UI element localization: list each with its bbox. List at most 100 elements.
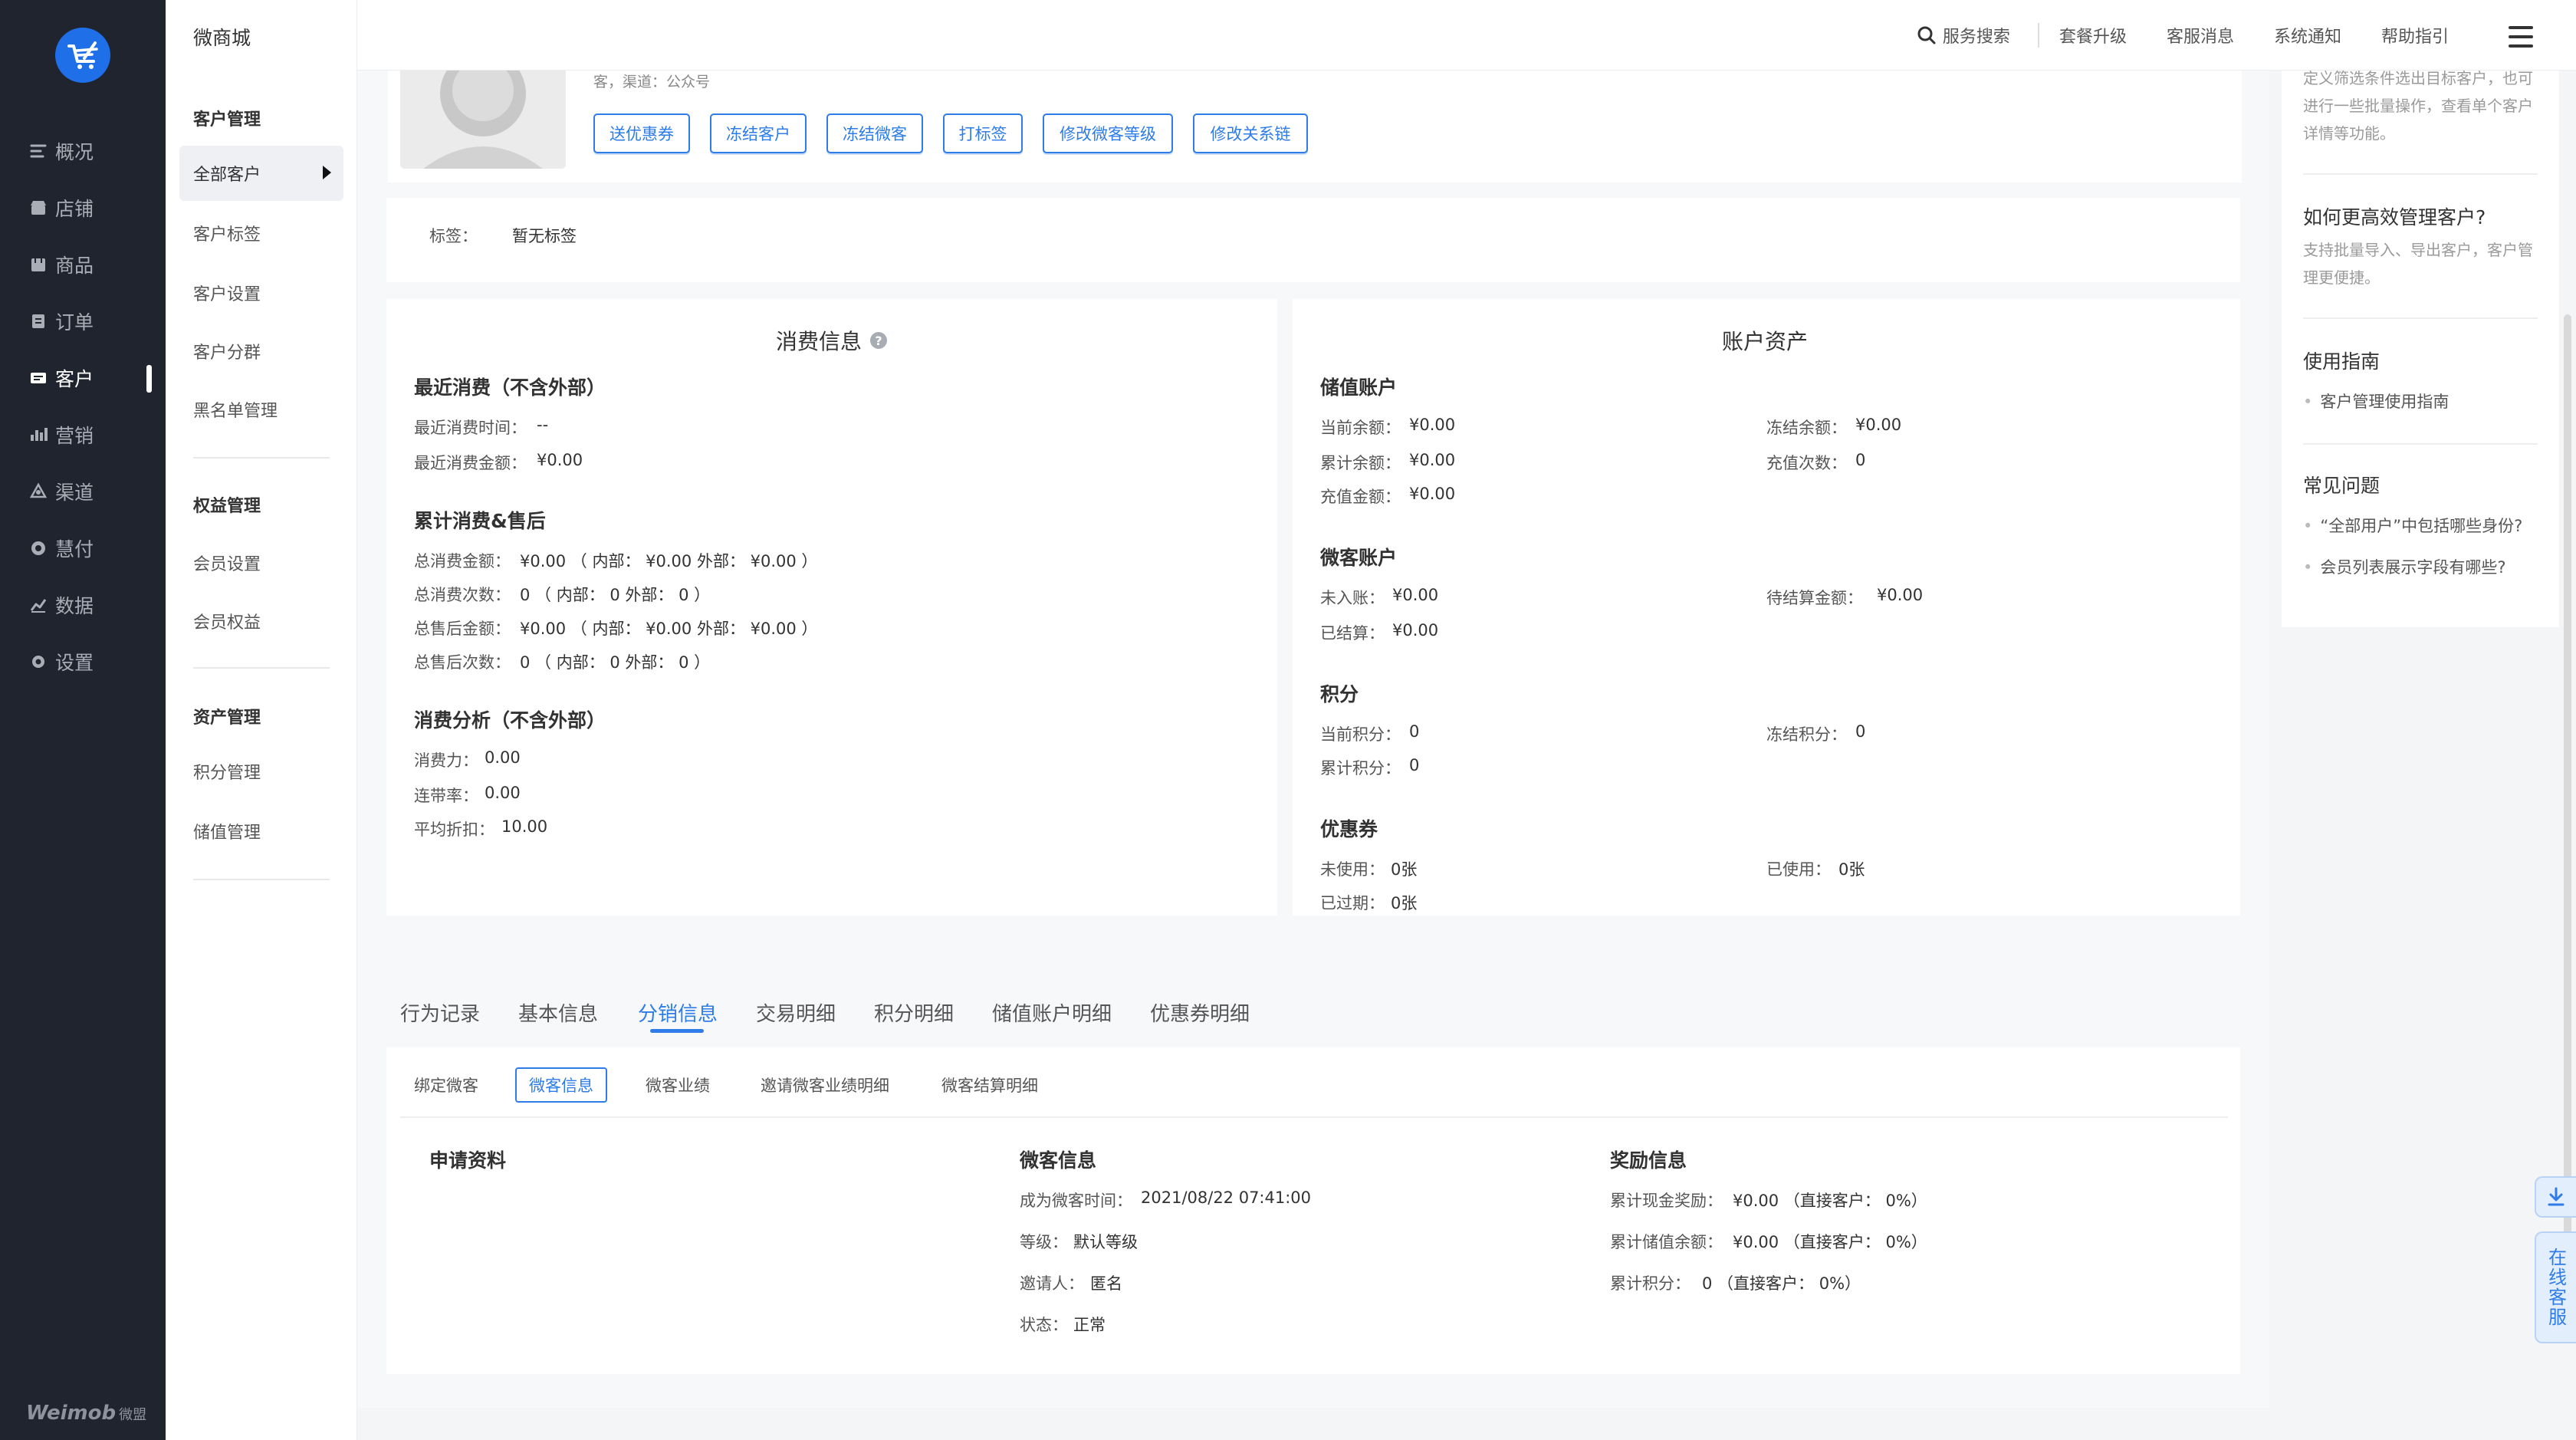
distribution-card: 绑定微客 微客信息 微客业绩 邀请微客业绩明细 微客结算明细 申请资料 微客信息… (386, 1047, 2240, 1374)
field-value: ¥0.00 （ 内部： ¥0.00 外部： ¥0.00 ） (520, 620, 818, 638)
field-label: 当前余额： (1320, 419, 1401, 437)
help-q1-title: 如何更高效管理客户? (2303, 206, 2486, 228)
field-label: 未使用： (1320, 860, 1385, 879)
download-float-button[interactable] (2535, 1176, 2576, 1218)
cs-messages-link[interactable]: 客服消息 (2147, 23, 2254, 48)
field-value: ¥0.00 (1392, 586, 1439, 604)
field-label: 等级： (1020, 1233, 1068, 1251)
tab-points-details[interactable]: 积分明细 (874, 998, 954, 1027)
tab-basic-info[interactable]: 基本信息 (518, 998, 598, 1027)
subtab-weike-performance[interactable]: 微客业绩 (646, 1073, 710, 1096)
field-label: 总消费次数： (414, 586, 511, 604)
subnav-item-customer-settings[interactable]: 客户设置 (179, 265, 343, 321)
divider (2303, 317, 2538, 319)
group-title-rights: 权益管理 (193, 497, 261, 516)
subnav-item-points[interactable]: 积分管理 (179, 744, 343, 799)
field-label: 累计储值余额： (1610, 1233, 1723, 1251)
assets-title: 账户资产 (1722, 329, 1809, 354)
tab-coupon-details[interactable]: 优惠券明细 (1150, 998, 1250, 1027)
help-circle-icon[interactable]: ? (869, 331, 888, 350)
send-coupon-button[interactable]: 送优惠券 (593, 113, 690, 153)
field-value: 10.00 (501, 817, 548, 836)
tab-stored-value-details[interactable]: 储值账户明细 (992, 998, 1112, 1027)
subnav-item-all-customers[interactable]: 全部客户 (179, 146, 343, 201)
field-label: 当前积分： (1320, 725, 1401, 744)
service-search-link[interactable]: 服务搜索 (1897, 23, 2039, 48)
divider (2303, 173, 2538, 175)
field-value: 正常 (1073, 1316, 1106, 1334)
tags-label: 标签： (429, 227, 478, 245)
goods-icon (28, 254, 49, 275)
field-value: 0 (1409, 756, 1420, 774)
apply-info-heading: 申请资料 (429, 1149, 507, 1172)
field-label: 连带率： (414, 787, 478, 805)
freeze-customer-button[interactable]: 冻结客户 (710, 113, 807, 153)
nav-item-channel[interactable]: 渠道 (0, 463, 166, 520)
pay-icon (28, 538, 49, 559)
field-label: 总售后金额： (414, 620, 511, 638)
system-notice-link[interactable]: 系统通知 (2254, 23, 2361, 48)
tab-behavior-records[interactable]: 行为记录 (400, 998, 480, 1027)
menu-icon[interactable] (2509, 26, 2533, 48)
nav-item-label: 客户 (55, 368, 94, 390)
subtab-invite-performance[interactable]: 邀请微客业绩明细 (761, 1073, 889, 1096)
field-label: 累计余额： (1320, 454, 1401, 472)
primary-nav-list: 概况 店铺 商品 订单客户营销 渠道 慧付 数据 设置 (0, 123, 166, 690)
field-label: 冻结积分： (1766, 725, 1847, 744)
add-tag-button[interactable]: 打标签 (943, 113, 1023, 153)
help-faq-link[interactable]: 会员列表展示字段有哪些? (2303, 555, 2505, 578)
help-guide-link[interactable]: 帮助指引 (2361, 23, 2469, 48)
nav-item-goods[interactable]: 商品 (0, 236, 166, 293)
subnav-item-blacklist[interactable]: 黑名单管理 (179, 382, 343, 437)
field-label: 成为微客时间： (1020, 1192, 1132, 1210)
field-value: ¥0.00 (1392, 621, 1439, 639)
help-intro: 定义筛选条件选出目标客户，也可进行一些批量操作，查看单个客户详情等功能。 (2303, 69, 2533, 143)
nav-item-settings[interactable]: 设置 (0, 633, 166, 690)
freeze-weike-button[interactable]: 冻结微客 (826, 113, 923, 153)
nav-item-overview[interactable]: 概况 (0, 123, 166, 179)
field-label: 邀请人： (1020, 1274, 1084, 1293)
plan-upgrade-link[interactable]: 套餐升级 (2039, 23, 2147, 48)
tab-transaction-details[interactable]: 交易明细 (756, 998, 836, 1027)
tab-distribution-info[interactable]: 分销信息 (638, 998, 718, 1027)
subtab-weike-info[interactable]: 微客信息 (515, 1067, 607, 1103)
avatar-placeholder-icon (400, 71, 566, 169)
field-value: ¥0.00 （ 内部： ¥0.00 外部： ¥0.00 ） (520, 552, 818, 570)
edit-relation-chain-button[interactable]: 修改关系链 (1193, 113, 1308, 153)
edit-weike-level-button[interactable]: 修改微客等级 (1043, 113, 1173, 153)
nav-item-store[interactable]: 店铺 (0, 179, 166, 236)
subnav-item-member-rights[interactable]: 会员权益 (179, 593, 343, 649)
nav-item-customer[interactable]: 客户 (0, 350, 166, 406)
field-value: ¥0.00 (1877, 586, 1924, 604)
nav-item-data[interactable]: 数据 (0, 577, 166, 633)
field-value: ¥0.00 (1409, 416, 1456, 434)
field-value: 默认等级 (1073, 1233, 1138, 1251)
field-value: 2021/08/22 07:41:00 (1141, 1188, 1312, 1207)
weike-account-heading: 微客账户 (1320, 547, 1398, 569)
settings-icon (28, 651, 49, 672)
subnav-item-stored-value[interactable]: 储值管理 (179, 804, 343, 859)
app-title: 微商城 (193, 27, 251, 49)
divider (2303, 443, 2538, 445)
weike-info-heading: 微客信息 (1020, 1149, 1097, 1172)
help-guide-link[interactable]: 客户管理使用指南 (2303, 390, 2449, 413)
divider (400, 1116, 2228, 1118)
weimob-logo[interactable] (55, 28, 110, 83)
primary-nav: 概况 店铺 商品 订单 客户 营销 渠道 慧付 数据 设置 Weimob 微盟 (0, 0, 166, 1440)
online-service-button[interactable]: 在线客服 (2535, 1231, 2576, 1343)
nav-item-pay[interactable]: 慧付 (0, 520, 166, 577)
nav-item-order[interactable]: 订单 (0, 293, 166, 350)
field-value: 0 （ 内部： 0 外部： 0 ） (520, 586, 711, 604)
subnav-item-member-settings[interactable]: 会员设置 (179, 535, 343, 590)
cumulative-heading: 累计消费&售后 (414, 510, 546, 532)
nav-item-marketing[interactable]: 营销 (0, 406, 166, 463)
group-title-customer: 客户管理 (193, 110, 261, 130)
subnav-item-customer-tags[interactable]: 客户标签 (179, 205, 343, 261)
subnav-item-customer-segments[interactable]: 客户分群 (179, 324, 343, 379)
field-value: 0 (1855, 451, 1866, 469)
app-root: 概况 店铺 商品 订单 客户 营销 渠道 慧付 数据 设置 Weimob 微盟 微商城 客户管理 全… (0, 0, 2576, 1440)
scroll-thumb[interactable] (2564, 314, 2571, 1311)
subtab-weike-settlement[interactable]: 微客结算明细 (941, 1073, 1038, 1096)
subtab-bind-weike[interactable]: 绑定微客 (414, 1073, 478, 1096)
help-faq-link[interactable]: “全部用户”中包括哪些身份? (2303, 514, 2522, 537)
